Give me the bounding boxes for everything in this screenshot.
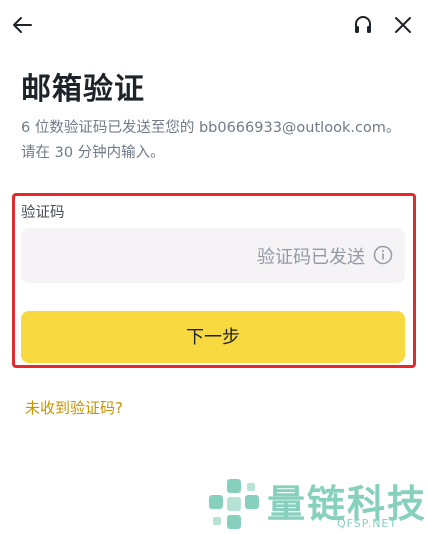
watermark-logo-icon <box>209 479 259 529</box>
support-button[interactable] <box>349 11 377 39</box>
arrow-left-icon <box>13 17 32 33</box>
watermark: 量链科技 QFSP.NET <box>207 473 425 531</box>
resend-code-link[interactable]: 未收到验证码? <box>25 397 123 418</box>
headset-icon <box>355 16 371 33</box>
next-button[interactable]: 下一步 <box>21 311 405 363</box>
code-sent-status: 验证码已发送 <box>257 247 365 268</box>
subtitle-line-2: 请在 30 分钟内输入。 <box>21 145 165 161</box>
close-button[interactable] <box>389 11 417 39</box>
top-bar <box>0 0 428 52</box>
close-icon <box>395 17 411 33</box>
info-circle-icon[interactable] <box>373 245 393 265</box>
verification-code-input[interactable]: 验证码已发送 <box>21 228 405 283</box>
subtitle-line-1: 6 位数验证码已发送至您的 bb0666933@outlook.com。 <box>21 120 401 136</box>
code-field-label: 验证码 <box>21 205 65 221</box>
page-subtitle: 6 位数验证码已发送至您的 bb0666933@outlook.com。 请在 … <box>21 116 416 166</box>
watermark-url: QFSP.NET <box>337 517 398 530</box>
page-title: 邮箱验证 <box>21 72 145 107</box>
back-button[interactable] <box>8 11 36 39</box>
